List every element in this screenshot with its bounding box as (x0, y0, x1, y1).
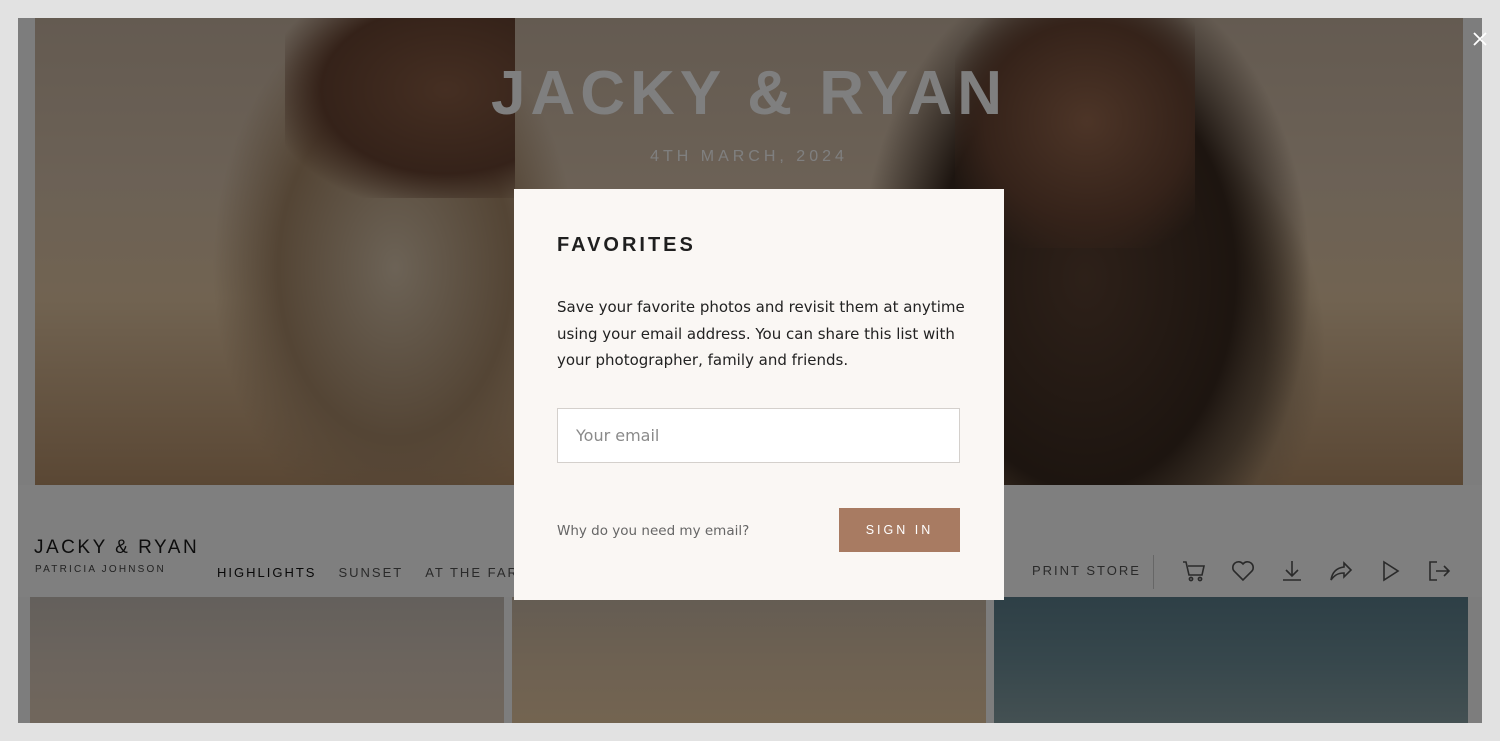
why-email-link[interactable]: Why do you need my email? (557, 523, 749, 539)
favorites-modal: FAVORITES Save your favorite photos and … (514, 189, 1004, 600)
modal-title: FAVORITES (557, 234, 696, 256)
modal-description: Save your favorite photos and revisit th… (557, 298, 965, 369)
sign-in-button[interactable]: SIGN IN (839, 508, 960, 552)
close-icon[interactable] (1466, 26, 1492, 52)
email-field[interactable] (557, 408, 960, 463)
